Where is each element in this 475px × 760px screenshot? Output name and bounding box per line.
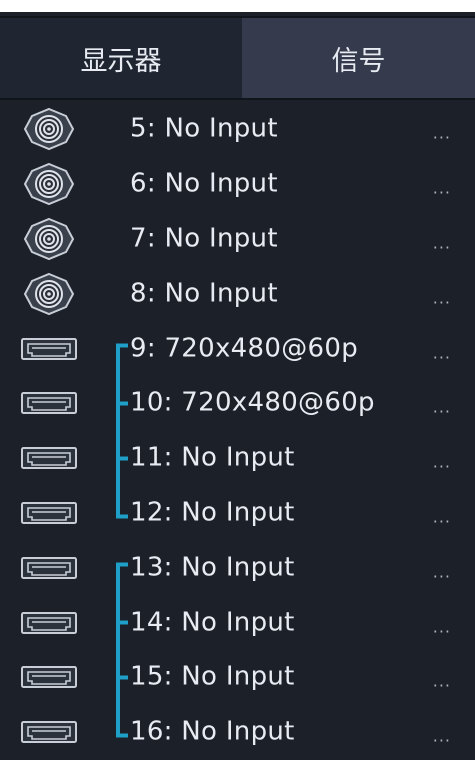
signal-label: 9: 720x480@60p <box>130 332 358 363</box>
list-item[interactable]: 13: No Input ... <box>0 540 475 595</box>
more-button[interactable]: ... <box>433 507 451 526</box>
signal-label: 12: No Input <box>130 497 295 528</box>
list-item[interactable]: 8: No Input ... <box>0 266 475 321</box>
signal-label: 5: No Input <box>130 113 278 144</box>
hdmi-port-icon <box>18 710 80 754</box>
more-button[interactable]: ... <box>433 178 451 197</box>
hdbnc-connector-icon <box>18 272 80 316</box>
more-button[interactable]: ... <box>433 343 451 362</box>
more-button[interactable]: ... <box>433 288 451 307</box>
signal-label: 8: No Input <box>130 278 278 309</box>
more-button[interactable]: ... <box>433 124 451 143</box>
list-item[interactable]: 6: No Input ... <box>0 157 475 212</box>
list-item[interactable]: 11: No Input ... <box>0 431 475 486</box>
signal-label: 11: No Input <box>130 442 295 473</box>
hdmi-port-icon <box>18 327 80 371</box>
tab-displays[interactable]: 显示器 <box>0 18 242 98</box>
top-strip <box>0 0 475 12</box>
signal-label: 13: No Input <box>130 552 295 583</box>
hdmi-port-icon <box>18 381 80 425</box>
more-button[interactable]: ... <box>433 452 451 471</box>
signal-label: 10: 720x480@60p <box>130 387 375 418</box>
list-item[interactable]: 10: 720x480@60p ... <box>0 376 475 431</box>
more-button[interactable]: ... <box>433 672 451 691</box>
list-item[interactable]: 5: No Input ... <box>0 102 475 157</box>
more-button[interactable]: ... <box>433 562 451 581</box>
signal-list-panel: 显示器 信号 5: No Input ... 6: No Input ... 7… <box>0 0 475 760</box>
signal-label: 6: No Input <box>130 168 278 199</box>
list-item[interactable]: 14: No Input ... <box>0 595 475 650</box>
signal-label: 14: No Input <box>130 606 295 637</box>
more-button[interactable]: ... <box>433 617 451 636</box>
signal-label: 16: No Input <box>130 716 295 747</box>
signal-list: 5: No Input ... 6: No Input ... 7: No In… <box>0 102 475 760</box>
tab-bar: 显示器 信号 <box>0 16 475 100</box>
list-item[interactable]: 16: No Input ... <box>0 705 475 760</box>
hdbnc-connector-icon <box>18 107 80 151</box>
list-item[interactable]: 15: No Input ... <box>0 650 475 705</box>
tab-signals[interactable]: 信号 <box>242 18 475 98</box>
list-item[interactable]: 9: 720x480@60p ... <box>0 321 475 376</box>
hdmi-port-icon <box>18 601 80 645</box>
hdmi-port-icon <box>18 436 80 480</box>
signal-label: 7: No Input <box>130 223 278 254</box>
more-button[interactable]: ... <box>433 398 451 417</box>
list-item[interactable]: 7: No Input ... <box>0 212 475 267</box>
hdmi-port-icon <box>18 546 80 590</box>
hdbnc-connector-icon <box>18 162 80 206</box>
hdmi-port-icon <box>18 655 80 699</box>
hdbnc-connector-icon <box>18 217 80 261</box>
more-button[interactable]: ... <box>433 726 451 745</box>
hdmi-port-icon <box>18 491 80 535</box>
list-item[interactable]: 12: No Input ... <box>0 486 475 541</box>
signal-label: 15: No Input <box>130 661 295 692</box>
more-button[interactable]: ... <box>433 233 451 252</box>
